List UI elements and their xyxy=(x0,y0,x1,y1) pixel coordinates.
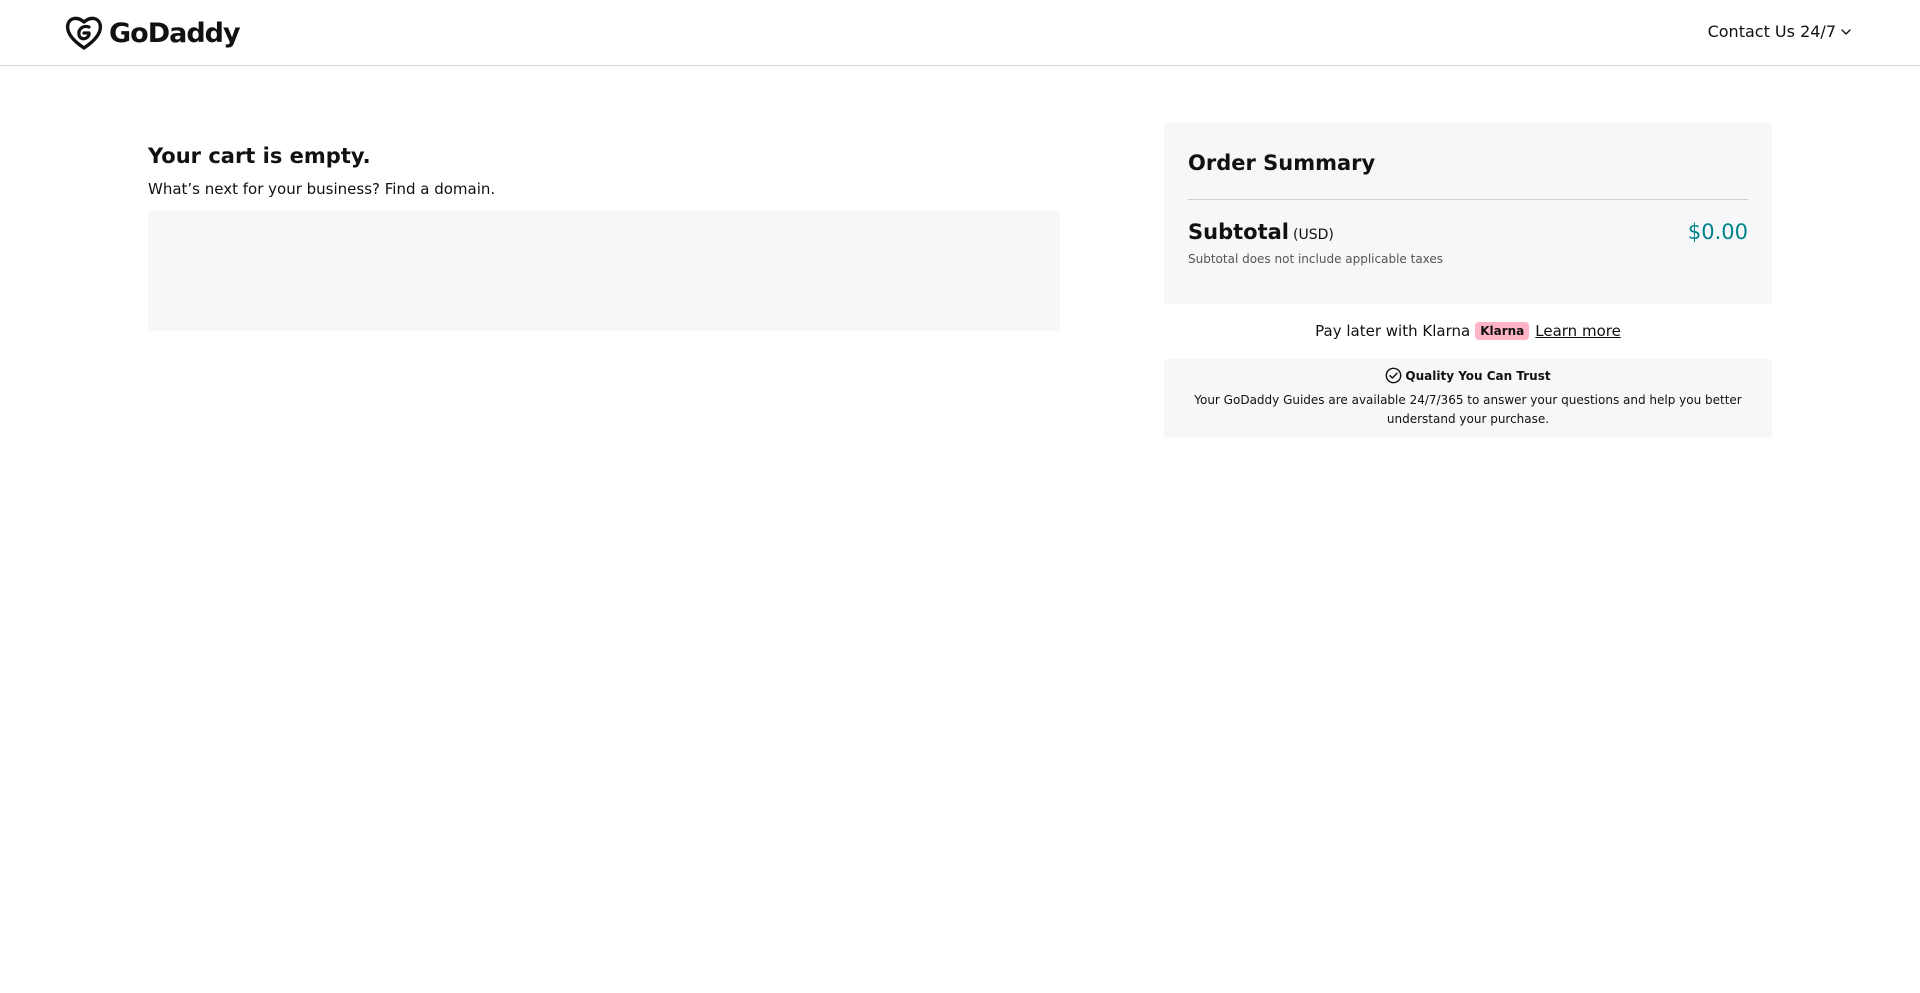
chevron-down-icon xyxy=(1841,28,1851,35)
klarna-row: Pay later with Klarna Klarna Learn more xyxy=(1164,322,1772,340)
learn-more-link[interactable]: Learn more xyxy=(1535,322,1621,340)
subtotal-label: Subtotal xyxy=(1188,220,1289,244)
klarna-text: Pay later with Klarna xyxy=(1315,322,1471,340)
check-circle-icon xyxy=(1386,367,1402,384)
trust-heading-row: Quality You Can Trust xyxy=(1176,367,1760,384)
subtotal-label-group: Subtotal (USD) xyxy=(1188,220,1334,244)
order-summary-title: Order Summary xyxy=(1188,151,1376,175)
cart-empty-title: Your cart is empty. xyxy=(148,144,371,168)
godaddy-logo-icon xyxy=(65,16,103,50)
subtotal-amount: $0.00 xyxy=(1687,220,1748,244)
tax-note: Subtotal does not include applicable tax… xyxy=(1188,252,1444,266)
trust-heading: Quality You Can Trust xyxy=(1405,368,1551,383)
subtotal-row: Subtotal (USD) $0.00 xyxy=(1188,220,1748,244)
domain-search-panel xyxy=(148,211,1060,331)
godaddy-logo-link[interactable]: GoDaddy xyxy=(64,14,241,52)
order-summary-panel: Order Summary Subtotal (USD) $0.00 Subtot… xyxy=(1164,123,1772,304)
logo-text: GoDaddy xyxy=(109,17,241,49)
klarna-badge: Klarna xyxy=(1475,322,1530,340)
cart-section: Your cart is empty. What’s next for your… xyxy=(148,144,1060,331)
site-header: GoDaddy Contact Us 24/7 xyxy=(0,0,1920,66)
quality-trust-panel: Quality You Can Trust Your GoDaddy Guide… xyxy=(1164,359,1772,438)
subtotal-currency: (USD) xyxy=(1292,227,1334,243)
cart-empty-subtitle: What’s next for your business? Find a do… xyxy=(148,180,496,198)
contact-us-label: Contact Us 24/7 xyxy=(1707,22,1836,41)
trust-text: Your GoDaddy Guides are available 24/7/3… xyxy=(1194,393,1742,426)
contact-us-menu[interactable]: Contact Us 24/7 xyxy=(1708,22,1852,41)
summary-divider xyxy=(1188,199,1748,200)
